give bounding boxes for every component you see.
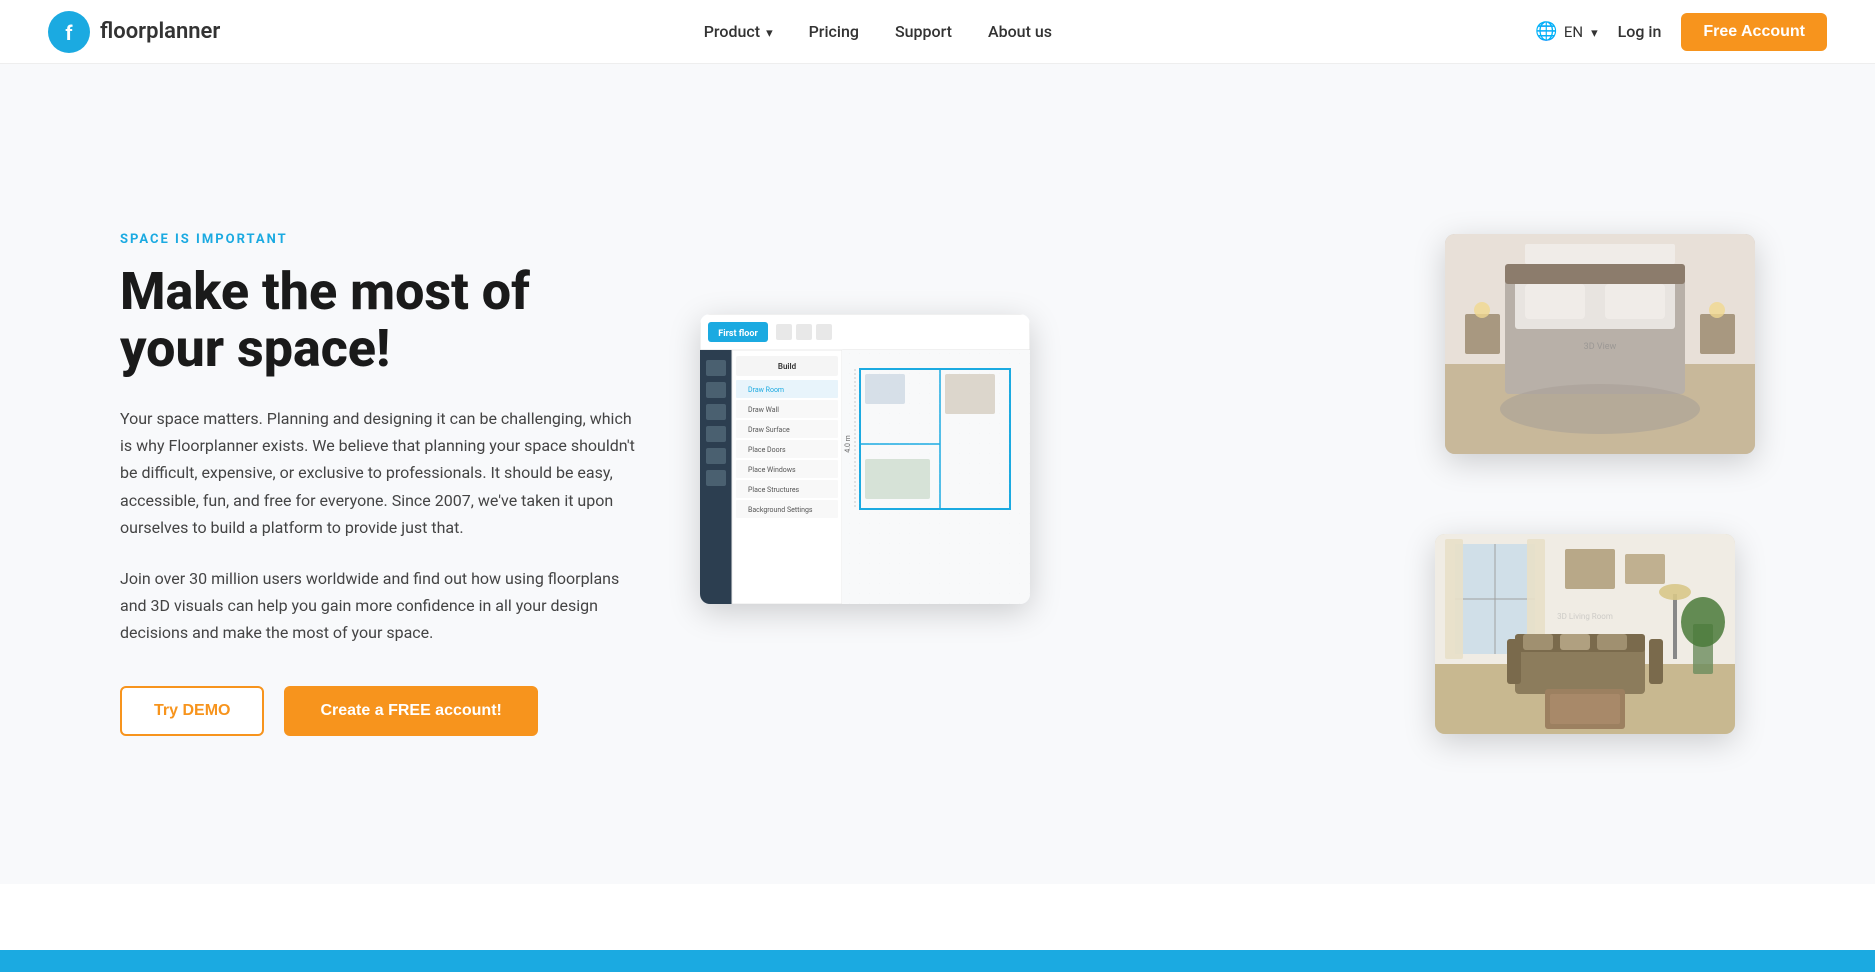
floorplan-editor-image: First floor Build Dr: [700, 314, 1030, 604]
create-account-button[interactable]: Create a FREE account!: [284, 686, 537, 736]
hero-title: Make the most of your space!: [120, 263, 640, 377]
logo-link[interactable]: f floorplanner: [48, 11, 220, 53]
hero-body-1: Your space matters. Planning and designi…: [120, 405, 640, 541]
lang-chevron-icon: [1589, 23, 1598, 41]
svg-text:f: f: [65, 20, 73, 44]
logo-icon: f: [48, 11, 90, 53]
bottom-blue-bar: [0, 950, 1875, 972]
hero-content: SPACE IS IMPORTANT Make the most of your…: [120, 232, 640, 737]
hero-body-2: Join over 30 million users worldwide and…: [120, 565, 640, 647]
svg-text:3D Living Room: 3D Living Room: [1557, 612, 1613, 621]
nav-item-about[interactable]: About us: [988, 22, 1052, 41]
nav-link-about[interactable]: About us: [988, 22, 1052, 41]
svg-text:Draw Surface: Draw Surface: [748, 426, 790, 434]
main-nav: f floorplanner Product Pricing Support A…: [0, 0, 1875, 64]
svg-text:Place Structures: Place Structures: [748, 486, 800, 494]
chevron-down-icon: [764, 22, 773, 41]
globe-icon: 🌐: [1535, 21, 1557, 42]
hero-section: SPACE IS IMPORTANT Make the most of your…: [0, 64, 1875, 884]
svg-text:Draw Wall: Draw Wall: [748, 406, 779, 414]
screenshot-floorplan-editor: First floor Build Dr: [700, 314, 1030, 604]
svg-text:Draw Room: Draw Room: [748, 386, 784, 394]
living-room-3d-image: 3D Living Room: [1435, 534, 1735, 734]
free-account-button[interactable]: Free Account: [1681, 13, 1827, 51]
svg-text:First floor: First floor: [718, 329, 758, 339]
brand-name: floorplanner: [100, 19, 220, 44]
nav-right: 🌐 EN Log in Free Account: [1535, 13, 1827, 51]
nav-item-product[interactable]: Product: [704, 22, 773, 41]
svg-text:Background Settings: Background Settings: [748, 506, 813, 514]
hero-screenshots: 3D View First floor: [700, 234, 1755, 734]
nav-item-pricing[interactable]: Pricing: [809, 22, 859, 41]
nav-links: Product Pricing Support About us: [704, 22, 1052, 41]
svg-text:3D View: 3D View: [1584, 342, 1617, 352]
hero-eyebrow: SPACE IS IMPORTANT: [120, 232, 640, 247]
svg-text:Place Doors: Place Doors: [748, 446, 786, 454]
screenshot-3d-living-room: 3D Living Room: [1435, 534, 1735, 734]
login-link[interactable]: Log in: [1618, 22, 1662, 41]
hero-buttons: Try DEMO Create a FREE account!: [120, 686, 640, 736]
svg-text:Build: Build: [778, 362, 797, 371]
nav-item-support[interactable]: Support: [895, 22, 952, 41]
bedroom-3d-image: 3D View: [1445, 234, 1755, 454]
screenshot-3d-bedroom: 3D View: [1445, 234, 1755, 454]
try-demo-button[interactable]: Try DEMO: [120, 686, 264, 736]
language-selector[interactable]: 🌐 EN: [1535, 21, 1597, 42]
nav-link-product[interactable]: Product: [704, 22, 773, 41]
nav-link-support[interactable]: Support: [895, 22, 952, 41]
svg-text:Place Windows: Place Windows: [748, 466, 796, 474]
nav-link-pricing[interactable]: Pricing: [809, 22, 859, 41]
